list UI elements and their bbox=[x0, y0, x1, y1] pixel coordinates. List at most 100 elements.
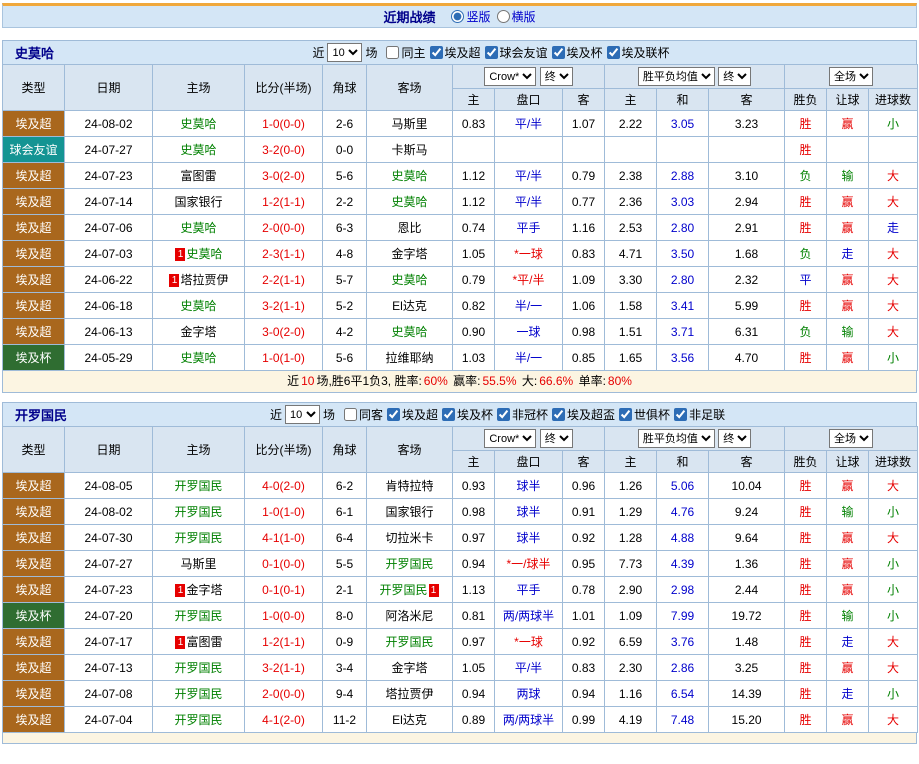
team-name[interactable]: 史莫哈 bbox=[3, 43, 66, 62]
filter-checkbox-input[interactable] bbox=[619, 408, 633, 421]
filter-checkbox-input[interactable] bbox=[551, 46, 565, 59]
score-cell: 1-2(1-1) bbox=[244, 188, 323, 215]
odds-home-cell: 1.13 bbox=[452, 576, 495, 603]
filter-checkbox-label: 球会友谊 bbox=[499, 46, 548, 60]
home-team-name[interactable]: 国家银行 bbox=[174, 195, 222, 209]
away-team-name[interactable]: 塔拉贾伊 bbox=[385, 687, 433, 701]
away-team-name[interactable]: 史莫哈 bbox=[391, 273, 427, 287]
home-team-name[interactable]: 史莫哈 bbox=[186, 247, 222, 261]
filter-checkbox-1[interactable]: 埃及超 bbox=[428, 44, 481, 61]
handicap-result-cell: 赢 bbox=[826, 214, 870, 241]
away-team-name[interactable]: 开罗国民 bbox=[385, 635, 433, 649]
away-team-name[interactable]: 肯特拉特 bbox=[385, 479, 433, 493]
away-team-name[interactable]: 史莫哈 bbox=[391, 195, 427, 209]
away-team-name[interactable]: 国家银行 bbox=[385, 505, 433, 519]
recent-count-select[interactable]: 10 bbox=[284, 405, 320, 424]
home-team-name[interactable]: 塔拉贾伊 bbox=[180, 273, 228, 287]
filter-checkbox-input[interactable] bbox=[429, 46, 443, 59]
away-team-name[interactable]: El达克 bbox=[392, 713, 427, 727]
avg-select[interactable]: 胜平负均值 bbox=[637, 67, 715, 86]
team-name[interactable]: 开罗国民 bbox=[3, 405, 79, 424]
home-team-name[interactable]: 富图雷 bbox=[186, 635, 222, 649]
away-team-name[interactable]: 开罗国民 bbox=[379, 583, 427, 597]
filter-checkbox-input[interactable] bbox=[606, 46, 620, 59]
away-team-name[interactable]: 史莫哈 bbox=[391, 169, 427, 183]
home-team-name[interactable]: 史莫哈 bbox=[180, 299, 216, 313]
handicap-result-cell: 走 bbox=[826, 680, 870, 707]
odds-state-select[interactable]: 终 bbox=[539, 67, 573, 86]
filter-checkbox-input[interactable] bbox=[674, 408, 688, 421]
filter-checkbox-input[interactable] bbox=[343, 408, 357, 421]
score-cell: 0-1(0-0) bbox=[244, 550, 323, 577]
home-team-name[interactable]: 开罗国民 bbox=[174, 479, 222, 493]
scope-select[interactable]: 全场 bbox=[829, 67, 874, 86]
avg-state-select[interactable]: 终 bbox=[718, 67, 752, 86]
away-team-cell: 塔拉贾伊 bbox=[366, 680, 453, 707]
filter-checkbox-6[interactable]: 非足联 bbox=[672, 406, 725, 423]
filter-checkbox-2[interactable]: 球会友谊 bbox=[483, 44, 548, 61]
league-filter-checkboxes: 同客 埃及超 埃及杯 非冠杯 埃及超盃 世俱杯 非足联 bbox=[342, 406, 725, 423]
home-team-name[interactable]: 开罗国民 bbox=[174, 713, 222, 727]
avg-select[interactable]: 胜平负均值 bbox=[637, 429, 715, 448]
home-team-name[interactable]: 金字塔 bbox=[186, 583, 222, 597]
away-team-name[interactable]: 金字塔 bbox=[391, 661, 427, 675]
filter-checkbox-input[interactable] bbox=[386, 408, 400, 421]
odds-state-select[interactable]: 终 bbox=[539, 429, 573, 448]
layout-option-vertical[interactable]: 竖版 bbox=[449, 8, 491, 25]
filter-checkbox-input[interactable] bbox=[497, 408, 511, 421]
avg-draw-cell: 4.76 bbox=[656, 498, 710, 525]
away-team-name[interactable]: 切拉米卡 bbox=[385, 531, 433, 545]
filter-checkbox-input[interactable] bbox=[552, 408, 566, 421]
avg-away-cell: 2.91 bbox=[708, 214, 786, 241]
home-team-name[interactable]: 史莫哈 bbox=[180, 117, 216, 131]
home-team-name[interactable]: 富图雷 bbox=[180, 169, 216, 183]
away-team-name[interactable]: El达克 bbox=[392, 299, 427, 313]
recent-count-select[interactable]: 10 bbox=[327, 43, 363, 62]
home-team-name[interactable]: 开罗国民 bbox=[174, 531, 222, 545]
filter-checkbox-input[interactable] bbox=[386, 46, 400, 59]
odds-company-select[interactable]: Crow* bbox=[484, 67, 537, 86]
result-cell: 胜 bbox=[784, 344, 828, 371]
filter-checkbox-0[interactable]: 同主 bbox=[384, 44, 426, 61]
away-team-name[interactable]: 开罗国民 bbox=[385, 557, 433, 571]
away-team-name[interactable]: 金字塔 bbox=[391, 247, 427, 261]
home-team-name[interactable]: 马斯里 bbox=[180, 557, 216, 571]
away-team-name[interactable]: 马斯里 bbox=[391, 117, 427, 131]
home-team-name[interactable]: 开罗国民 bbox=[174, 505, 222, 519]
away-team-name[interactable]: 恩比 bbox=[397, 221, 421, 235]
away-team-name[interactable]: 阿洛米尼 bbox=[385, 609, 433, 623]
layout-option-horizontal[interactable]: 横版 bbox=[495, 8, 536, 25]
odds-home-cell: 0.94 bbox=[452, 550, 495, 577]
filter-checkbox-3[interactable]: 埃及杯 bbox=[550, 44, 603, 61]
away-team-name[interactable]: 拉维耶纳 bbox=[385, 351, 433, 365]
away-team-name[interactable]: 卡斯马 bbox=[391, 143, 427, 157]
odds-company-select[interactable]: Crow* bbox=[484, 429, 537, 448]
avg-state-select[interactable]: 终 bbox=[718, 429, 752, 448]
filter-checkbox-5[interactable]: 世俱杯 bbox=[617, 406, 670, 423]
home-team-name[interactable]: 开罗国民 bbox=[174, 687, 222, 701]
filter-checkbox-4[interactable]: 埃及超盃 bbox=[550, 406, 615, 423]
home-team-name[interactable]: 史莫哈 bbox=[180, 351, 216, 365]
home-team-name[interactable]: 开罗国民 bbox=[174, 661, 222, 675]
filter-checkbox-input[interactable] bbox=[484, 46, 498, 59]
home-team-name[interactable]: 史莫哈 bbox=[180, 143, 216, 157]
odds-away-cell: 0.91 bbox=[561, 498, 606, 525]
filter-checkbox-1[interactable]: 埃及超 bbox=[385, 406, 438, 423]
filter-checkbox-3[interactable]: 非冠杯 bbox=[495, 406, 548, 423]
filter-checkbox-label: 非足联 bbox=[689, 408, 726, 422]
filter-checkbox-0[interactable]: 同客 bbox=[342, 406, 383, 423]
home-team-name[interactable]: 金字塔 bbox=[180, 325, 216, 339]
goals-result-cell: 小 bbox=[868, 344, 919, 371]
filter-checkbox-input[interactable] bbox=[442, 408, 455, 421]
scope-select[interactable]: 全场 bbox=[829, 429, 874, 448]
filter-checkbox-4[interactable]: 埃及联杯 bbox=[605, 44, 670, 61]
handicap-result-cell: 赢 bbox=[826, 524, 870, 551]
away-team-cell: El达克 bbox=[366, 292, 453, 319]
home-team-name[interactable]: 史莫哈 bbox=[180, 221, 216, 235]
away-team-name[interactable]: 史莫哈 bbox=[391, 325, 427, 339]
vertical-layout-radio[interactable] bbox=[451, 10, 465, 23]
league-type-cell: 埃及杯 bbox=[2, 602, 65, 629]
home-team-name[interactable]: 开罗国民 bbox=[174, 609, 222, 623]
filter-checkbox-2[interactable]: 埃及杯 bbox=[440, 406, 493, 423]
horizontal-layout-radio[interactable] bbox=[496, 10, 510, 23]
